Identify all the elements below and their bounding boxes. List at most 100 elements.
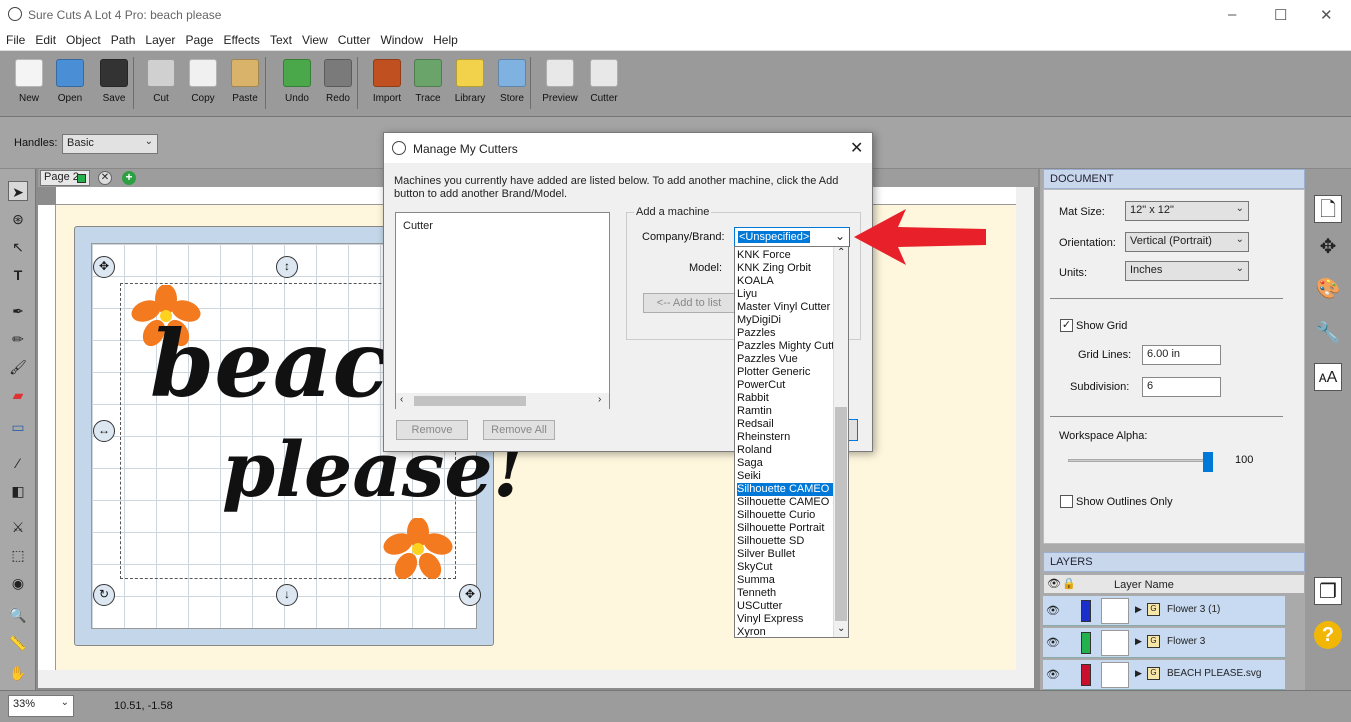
canvas-horizontal-scrollbar[interactable]: [38, 670, 1034, 688]
remove-all-button[interactable]: Remove All: [483, 420, 555, 440]
toolbar-cut-button[interactable]: Cut: [139, 59, 183, 104]
layer-row[interactable]: 👁 ▶ G Flower 3: [1043, 628, 1285, 658]
toolbar-save-button[interactable]: Save: [92, 59, 136, 104]
brand-option[interactable]: Rabbit: [737, 392, 835, 405]
toolbar-import-button[interactable]: Import: [365, 59, 409, 104]
brand-option[interactable]: Saga: [737, 457, 835, 470]
move-arrows-icon[interactable]: ✥: [1314, 233, 1342, 261]
menu-file[interactable]: File: [0, 30, 29, 47]
brand-option[interactable]: Redsail: [737, 418, 835, 431]
brand-option[interactable]: Vinyl Express: [737, 613, 835, 626]
gradient-tool-icon[interactable]: ◧: [8, 481, 28, 501]
brand-option[interactable]: Silhouette Curio: [737, 509, 835, 522]
scroll-up-icon[interactable]: ⌃: [837, 247, 845, 258]
subdivision-input[interactable]: 6: [1142, 377, 1221, 397]
brand-option[interactable]: Xyron: [737, 626, 835, 637]
expand-arrow-icon[interactable]: ▶: [1135, 604, 1142, 615]
menu-page[interactable]: Page: [179, 30, 217, 47]
toolbar-preview-button[interactable]: Preview: [538, 59, 582, 104]
layers-icon[interactable]: ❐: [1314, 577, 1342, 605]
menu-object[interactable]: Object: [60, 30, 105, 47]
brand-option[interactable]: Pazzles Vue: [737, 353, 835, 366]
resize-handle-icon[interactable]: ✥: [93, 256, 115, 278]
eyedropper-icon[interactable]: ⁄: [8, 453, 28, 473]
brand-option[interactable]: Silhouette SD: [737, 535, 835, 548]
menu-text[interactable]: Text: [264, 30, 296, 47]
brand-option[interactable]: Roland: [737, 444, 835, 457]
menu-window[interactable]: Window: [374, 30, 427, 47]
pencil-tool-icon[interactable]: ✏: [8, 329, 28, 349]
brand-option[interactable]: KNK Zing Orbit: [737, 262, 835, 275]
node-edit-icon[interactable]: ↖: [8, 237, 28, 257]
resize-horizontal-handle-icon[interactable]: ↔: [93, 420, 115, 442]
scroll-thumb[interactable]: [414, 396, 526, 406]
help-icon[interactable]: ?: [1314, 621, 1342, 649]
brand-option[interactable]: SkyCut: [737, 561, 835, 574]
maximize-button[interactable]: ☐: [1274, 6, 1287, 24]
brand-option[interactable]: Summa: [737, 574, 835, 587]
brand-option[interactable]: Seiki: [737, 470, 835, 483]
toolbar-undo-button[interactable]: Undo: [275, 59, 319, 104]
flower-bottom-right[interactable]: [382, 517, 454, 580]
layer-color-swatch[interactable]: [1081, 600, 1091, 622]
grid-lines-input[interactable]: 6.00 in: [1142, 345, 1221, 365]
workspace-alpha-slider[interactable]: [1068, 452, 1213, 472]
scroll-thumb[interactable]: [835, 407, 847, 621]
add-page-icon[interactable]: +: [122, 171, 136, 185]
select-arrow-icon[interactable]: ➤: [8, 181, 28, 201]
show-grid-checkbox[interactable]: ✓: [1060, 319, 1073, 332]
zoom-select[interactable]: 33% ⌄: [8, 695, 74, 717]
hand-pan-icon[interactable]: ✋: [8, 663, 28, 683]
toolbar-store-button[interactable]: Store: [490, 59, 534, 104]
dialog-close-button[interactable]: ✕: [850, 138, 863, 158]
transform-tool-icon[interactable]: ⬚: [8, 545, 28, 565]
layer-row[interactable]: 👁 ▶ G BEACH PLEASE.svg: [1043, 660, 1285, 690]
units-select[interactable]: Inches ⌄: [1125, 261, 1249, 281]
menu-effects[interactable]: Effects: [217, 30, 263, 47]
machines-list[interactable]: Cutter ‹ ›: [395, 212, 610, 409]
brand-option[interactable]: Silver Bullet: [737, 548, 835, 561]
resize-vertical-handle-icon[interactable]: ↕: [276, 256, 298, 278]
tab-page-2[interactable]: Page 2: [40, 170, 90, 186]
brand-dropdown-list[interactable]: KNK Force KNK Zing Orbit KOALA Liyu Master V…: [734, 246, 849, 638]
add-to-list-button[interactable]: <-- Add to list: [643, 293, 735, 313]
layer-color-swatch[interactable]: [1081, 664, 1091, 686]
menu-layer[interactable]: Layer: [139, 30, 179, 47]
expand-arrow-icon[interactable]: ▶: [1135, 636, 1142, 647]
text-style-icon[interactable]: ᴀA: [1314, 363, 1342, 391]
eye-icon[interactable]: 👁: [1046, 604, 1060, 617]
toolbar-trace-button[interactable]: Trace: [406, 59, 450, 104]
show-outlines-checkbox[interactable]: [1060, 495, 1073, 508]
brand-option[interactable]: KOALA: [737, 275, 835, 288]
lasso-select-icon[interactable]: ⊛: [8, 209, 28, 229]
eye-icon[interactable]: 👁: [1046, 636, 1060, 649]
scroll-left-icon[interactable]: ‹: [400, 394, 403, 405]
resize-bottom-handle-icon[interactable]: ↓: [276, 584, 298, 606]
brand-option[interactable]: MyDigiDi: [737, 314, 835, 327]
menu-help[interactable]: Help: [427, 30, 462, 47]
remove-button[interactable]: Remove: [396, 420, 468, 440]
zoom-tool-icon[interactable]: 🔍: [8, 605, 28, 625]
toolbar-redo-button[interactable]: Redo: [316, 59, 360, 104]
pen-tool-icon[interactable]: ✒: [8, 301, 28, 321]
brand-option[interactable]: Silhouette Portrait: [737, 522, 835, 535]
toolbar-copy-button[interactable]: Copy: [181, 59, 225, 104]
brand-option[interactable]: Rheinstern: [737, 431, 835, 444]
wrench-icon[interactable]: 🔧: [1314, 319, 1342, 347]
menu-cutter[interactable]: Cutter: [332, 30, 375, 47]
rotate-handle-icon[interactable]: ↻: [93, 584, 115, 606]
menu-view[interactable]: View: [296, 30, 332, 47]
toolbar-paste-button[interactable]: Paste: [223, 59, 267, 104]
orientation-select[interactable]: Vertical (Portrait) ⌄: [1125, 232, 1249, 252]
menu-path[interactable]: Path: [105, 30, 140, 47]
brand-option[interactable]: USCutter: [737, 600, 835, 613]
scroll-right-icon[interactable]: ›: [598, 394, 601, 405]
company-brand-select[interactable]: <Unspecified> ⌄: [734, 227, 850, 247]
knife-tool-icon[interactable]: ⚔: [8, 517, 28, 537]
weld-tool-icon[interactable]: ◉: [8, 573, 28, 593]
close-page-icon[interactable]: ✕: [98, 171, 112, 185]
brand-option[interactable]: KNK Force: [737, 249, 835, 262]
eye-icon[interactable]: 👁: [1046, 668, 1060, 681]
brand-option[interactable]: Pazzles: [737, 327, 835, 340]
scroll-down-icon[interactable]: ⌄: [837, 623, 845, 634]
